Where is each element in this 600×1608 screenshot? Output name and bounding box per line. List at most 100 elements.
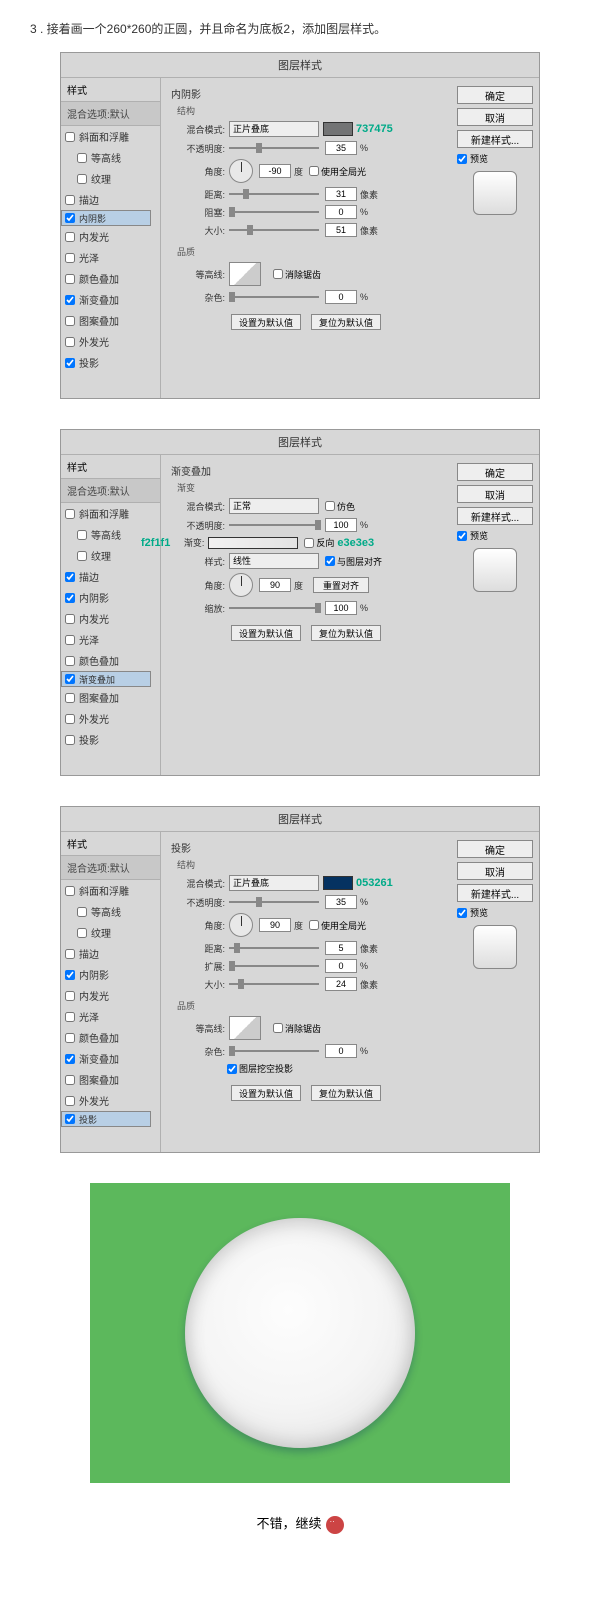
style-checkbox[interactable] — [65, 509, 75, 519]
style-checkbox[interactable] — [65, 886, 75, 896]
style-item[interactable]: 外发光 — [61, 708, 160, 729]
style-checkbox[interactable] — [65, 614, 75, 624]
angle-dial[interactable] — [229, 573, 253, 597]
style-item[interactable]: 描边 — [61, 566, 160, 587]
style-item[interactable]: 纹理 — [61, 168, 160, 189]
scale-value[interactable]: 100 — [325, 601, 357, 615]
style-item[interactable]: 外发光 — [61, 331, 160, 352]
reset-align-button[interactable]: 重置对齐 — [313, 577, 369, 593]
new-style-button[interactable]: 新建样式... — [457, 507, 533, 525]
style-checkbox[interactable] — [65, 991, 75, 1001]
style-item[interactable]: 光泽 — [61, 629, 160, 650]
noise-value[interactable]: 0 — [325, 1044, 357, 1058]
ok-button[interactable]: 确定 — [457, 86, 533, 104]
spread-value[interactable]: 0 — [325, 959, 357, 973]
blend-options[interactable]: 混合选项:默认 — [61, 856, 160, 880]
style-checkbox[interactable] — [65, 232, 75, 242]
reset-default-button[interactable]: 复位为默认值 — [311, 625, 381, 641]
contour-picker[interactable] — [229, 262, 261, 286]
opacity-value[interactable]: 100 — [325, 518, 357, 532]
color-swatch[interactable] — [323, 876, 353, 890]
style-item[interactable]: 颜色叠加 — [61, 268, 160, 289]
scale-slider[interactable] — [229, 607, 319, 609]
style-item[interactable]: 内阴影 — [61, 587, 160, 608]
style-checkbox[interactable] — [65, 1012, 75, 1022]
ok-button[interactable]: 确定 — [457, 463, 533, 481]
angle-value[interactable]: -90 — [259, 164, 291, 178]
cancel-button[interactable]: 取消 — [457, 485, 533, 503]
style-checkbox[interactable] — [77, 174, 87, 184]
noise-value[interactable]: 0 — [325, 290, 357, 304]
style-item[interactable]: 描边 — [61, 943, 160, 964]
style-item[interactable]: 渐变叠加 — [61, 289, 160, 310]
style-checkbox[interactable] — [65, 253, 75, 263]
style-item[interactable]: 颜色叠加 — [61, 650, 160, 671]
style-checkbox[interactable] — [65, 1114, 75, 1124]
style-checkbox[interactable] — [65, 693, 75, 703]
style-checkbox[interactable] — [65, 295, 75, 305]
global-light-check[interactable]: 使用全局光 — [309, 919, 366, 932]
style-select[interactable]: 线性 — [229, 553, 319, 569]
global-light-check[interactable]: 使用全局光 — [309, 165, 366, 178]
blend-options[interactable]: 混合选项:默认 — [61, 479, 160, 503]
style-checkbox[interactable] — [65, 213, 75, 223]
ok-button[interactable]: 确定 — [457, 840, 533, 858]
style-checkbox[interactable] — [65, 132, 75, 142]
style-checkbox[interactable] — [65, 714, 75, 724]
style-checkbox[interactable] — [65, 337, 75, 347]
style-checkbox[interactable] — [65, 949, 75, 959]
style-item[interactable]: 内发光 — [61, 608, 160, 629]
blend-mode-select[interactable]: 正片叠底 — [229, 121, 319, 137]
cancel-button[interactable]: 取消 — [457, 862, 533, 880]
style-item[interactable]: 等高线 — [61, 901, 160, 922]
align-check[interactable]: 与图层对齐 — [325, 555, 382, 568]
cancel-button[interactable]: 取消 — [457, 108, 533, 126]
size-value[interactable]: 51 — [325, 223, 357, 237]
style-checkbox[interactable] — [65, 593, 75, 603]
style-checkbox[interactable] — [65, 735, 75, 745]
style-item[interactable]: 光泽 — [61, 1006, 160, 1027]
style-item[interactable]: 投影 — [61, 1111, 151, 1127]
distance-slider[interactable] — [229, 193, 319, 195]
style-item[interactable]: 内发光 — [61, 226, 160, 247]
style-item[interactable]: 渐变叠加 — [61, 1048, 160, 1069]
noise-slider[interactable] — [229, 1050, 319, 1052]
style-item[interactable]: 投影 — [61, 729, 160, 750]
style-item[interactable]: 内阴影 — [61, 210, 151, 226]
new-style-button[interactable]: 新建样式... — [457, 130, 533, 148]
angle-dial[interactable] — [229, 159, 253, 183]
opacity-value[interactable]: 35 — [325, 141, 357, 155]
style-checkbox[interactable] — [65, 1033, 75, 1043]
dither-check[interactable]: 仿色 — [325, 500, 355, 513]
style-item[interactable]: 投影 — [61, 352, 160, 373]
style-item[interactable]: 描边 — [61, 189, 160, 210]
distance-value[interactable]: 5 — [325, 941, 357, 955]
angle-value[interactable]: 90 — [259, 578, 291, 592]
spread-slider[interactable] — [229, 965, 319, 967]
style-checkbox[interactable] — [77, 928, 87, 938]
angle-value[interactable]: 90 — [259, 918, 291, 932]
reset-default-button[interactable]: 复位为默认值 — [311, 314, 381, 330]
preview-check[interactable]: 预览 — [457, 152, 533, 165]
style-item[interactable]: 等高线 — [61, 147, 160, 168]
style-checkbox[interactable] — [65, 674, 75, 684]
style-checkbox[interactable] — [65, 358, 75, 368]
knockout-check[interactable]: 图层挖空投影 — [227, 1062, 293, 1075]
style-item[interactable]: 斜面和浮雕 — [61, 880, 160, 901]
distance-value[interactable]: 31 — [325, 187, 357, 201]
style-item[interactable]: 内阴影 — [61, 964, 160, 985]
distance-slider[interactable] — [229, 947, 319, 949]
set-default-button[interactable]: 设置为默认值 — [231, 314, 301, 330]
style-item[interactable]: 颜色叠加 — [61, 1027, 160, 1048]
angle-dial[interactable] — [229, 913, 253, 937]
style-item[interactable]: 图案叠加 — [61, 687, 160, 708]
color-swatch[interactable] — [323, 122, 353, 136]
noise-slider[interactable] — [229, 296, 319, 298]
style-checkbox[interactable] — [65, 316, 75, 326]
style-checkbox[interactable] — [65, 1054, 75, 1064]
style-checkbox[interactable] — [65, 274, 75, 284]
size-slider[interactable] — [229, 983, 319, 985]
style-checkbox[interactable] — [65, 1075, 75, 1085]
antialias-check[interactable]: 消除锯齿 — [273, 268, 321, 281]
set-default-button[interactable]: 设置为默认值 — [231, 625, 301, 641]
